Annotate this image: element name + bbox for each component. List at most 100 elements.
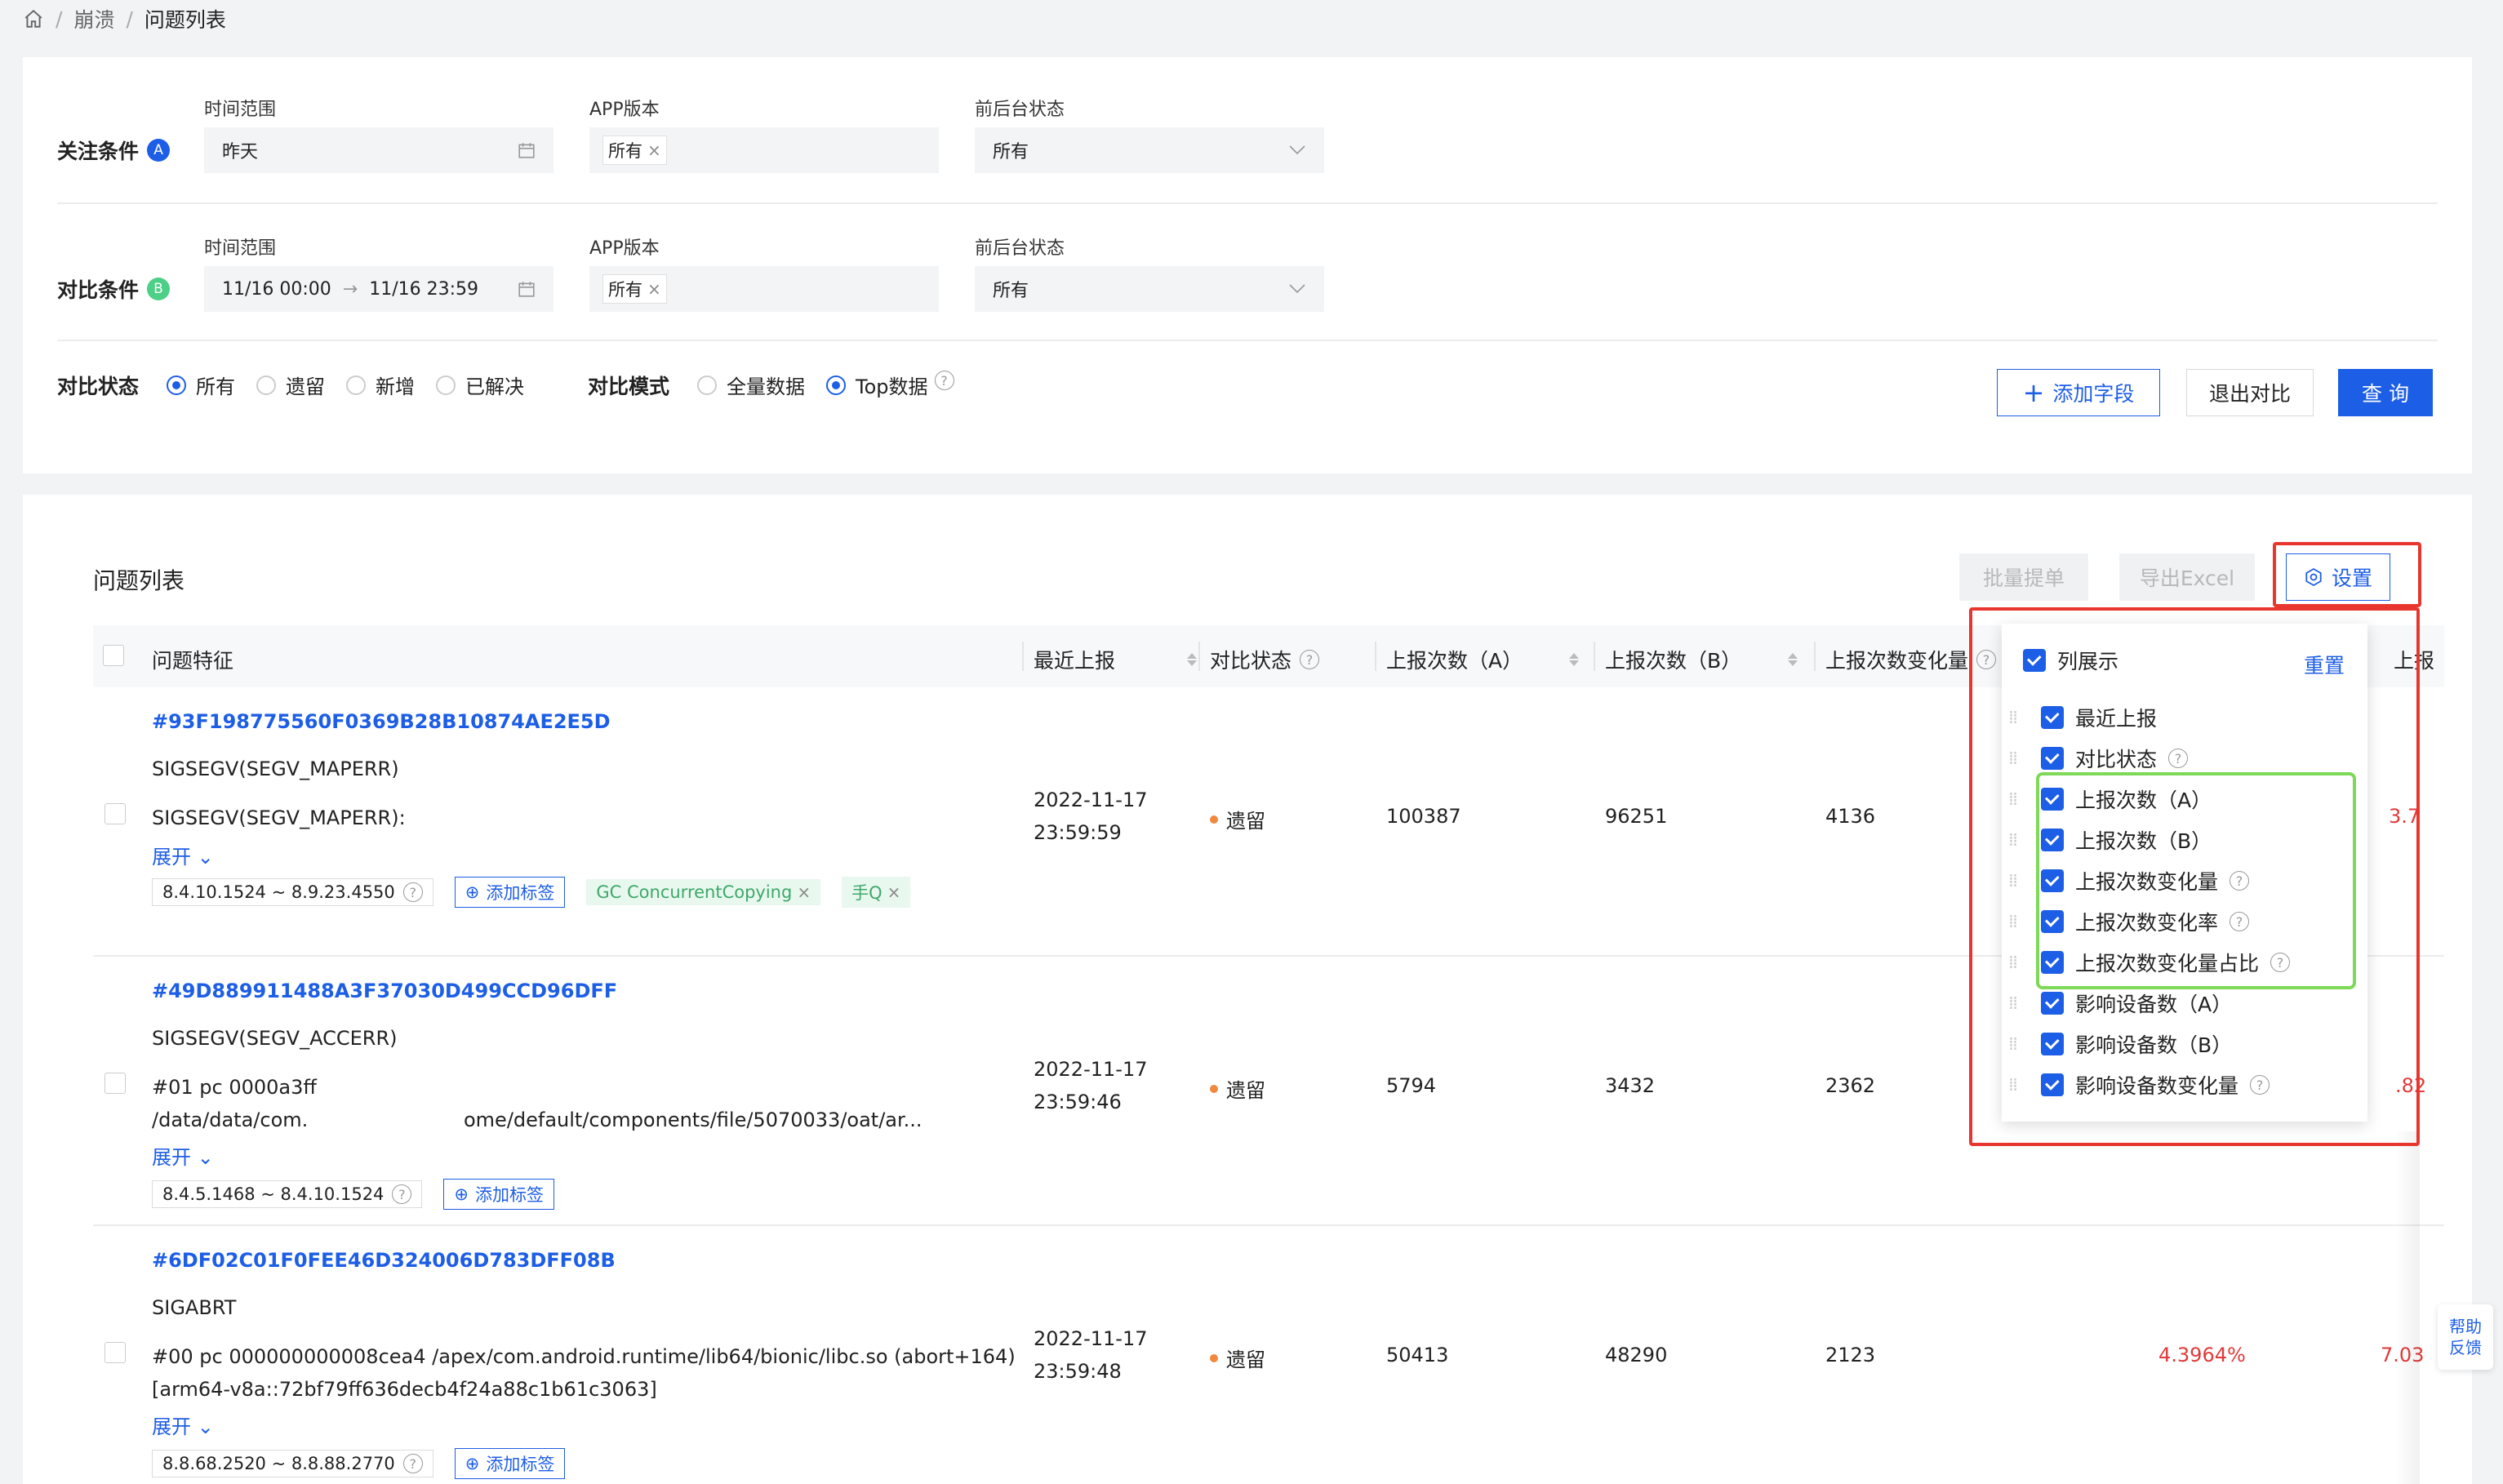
version-tag: 所有 × — [602, 274, 667, 304]
plus-icon: + — [2022, 377, 2045, 408]
time-start[interactable]: 11/16 00:00 — [222, 279, 331, 300]
close-icon[interactable]: × — [647, 140, 661, 160]
chevron-down-icon: ⌄ — [197, 1415, 214, 1438]
row-checkbox[interactable] — [104, 803, 126, 824]
radio-all[interactable]: 所有 — [167, 371, 235, 399]
compare-version-select[interactable]: 所有 × — [589, 266, 939, 312]
count-a: 50413 — [1386, 1344, 1449, 1366]
column-divider — [1022, 642, 1024, 671]
chevron-down-icon — [1289, 284, 1305, 294]
close-icon[interactable]: × — [647, 279, 661, 299]
count-b: 96251 — [1605, 805, 1668, 828]
last-report-time: 23:59:59 — [1034, 821, 1122, 844]
count-a: 5794 — [1386, 1074, 1437, 1097]
sort-icon[interactable] — [1788, 653, 1798, 666]
compare-status: 遗留 — [1210, 1074, 1265, 1103]
col-last-report[interactable]: 最近上报 — [1034, 645, 1197, 674]
divider — [57, 340, 2438, 341]
table-scroll-shadow — [2395, 1131, 2420, 1484]
close-icon[interactable]: × — [797, 882, 811, 902]
add-tag-button[interactable]: ⊕ 添加标签 — [454, 877, 566, 908]
highlight-box-settings — [2273, 542, 2421, 607]
expand-link[interactable]: 展开 ⌄ — [152, 1141, 214, 1170]
compare-mode-label: 对比模式 — [588, 375, 670, 398]
issue-id-link[interactable]: #49D889911488A3F37030D499CCD96DFF — [152, 980, 617, 1002]
radio-new[interactable]: 新增 — [346, 371, 415, 399]
batch-ticket-button[interactable]: 批量提单 — [1959, 553, 2088, 601]
add-tag-button[interactable]: ⊕ 添加标签 — [454, 1448, 566, 1479]
issue-detail-arch: [arm64-v8a::72bf79ff636decb4f24a88c1b61c… — [152, 1378, 657, 1401]
radio-top-data[interactable]: Top数据 — [826, 371, 928, 399]
col-issue-feature: 问题特征 — [152, 649, 234, 673]
row-tags: 8.4.10.1524 ~ 8.9.23.4550? ⊕ 添加标签 GC Conc… — [152, 877, 911, 908]
add-tag-button[interactable]: ⊕ 添加标签 — [443, 1179, 555, 1210]
export-excel-button[interactable]: 导出Excel — [2119, 553, 2255, 601]
change-rate: 4.3964% — [2158, 1344, 2246, 1366]
plus-circle-icon: ⊕ — [454, 1184, 469, 1204]
status-dot — [1210, 815, 1218, 824]
plus-circle-icon: ⊕ — [465, 882, 480, 902]
version-range: 8.8.68.2520 ~ 8.8.88.2770? — [152, 1450, 433, 1477]
breadcrumb-item-current: 问题列表 — [144, 8, 226, 32]
focus-time-picker[interactable]: 昨天 — [204, 127, 554, 173]
last-report-date: 2022-11-17 — [1034, 789, 1148, 811]
compare-state-select[interactable]: 所有 — [975, 266, 1324, 312]
column-divider — [1375, 642, 1376, 671]
home-icon[interactable] — [23, 8, 44, 29]
status-dot — [1210, 1353, 1218, 1362]
row-checkbox[interactable] — [104, 1073, 126, 1094]
breadcrumb-separator: / — [126, 7, 133, 31]
tag-chip: GC ConcurrentCopying × — [586, 879, 821, 905]
issue-id-link[interactable]: #93F198775560F0369B28B10874AE2E5D — [152, 710, 611, 733]
exit-compare-button[interactable]: 退出对比 — [2186, 369, 2314, 416]
issue-signal: SIGSEGV(SEGV_MAPERR) — [152, 758, 399, 780]
help-icon[interactable]: ? — [1300, 650, 1320, 669]
row-checkbox[interactable] — [104, 1342, 126, 1363]
compare-time-picker[interactable]: 11/16 00:00 → 11/16 23:59 — [204, 266, 554, 312]
select-all-checkbox[interactable] — [103, 645, 124, 666]
table-row: #6DF02C01F0FEE46D324006D783DFF08B SIGABR… — [93, 1226, 2444, 1484]
version-range: 8.4.10.1524 ~ 8.9.23.4550? — [152, 878, 433, 906]
radio-resolved[interactable]: 已解决 — [436, 371, 524, 399]
compare-status-radio-group: 所有 遗留 新增 已解决 — [167, 371, 545, 399]
column-divider — [1594, 642, 1595, 671]
radio-full-data[interactable]: 全量数据 — [697, 371, 805, 399]
sort-icon[interactable] — [1187, 653, 1197, 666]
col-count-b[interactable]: 上报次数（B） — [1605, 645, 1798, 674]
help-feedback-widget[interactable]: 帮助 反馈 — [2438, 1304, 2493, 1370]
last-report-date: 2022-11-17 — [1034, 1058, 1148, 1081]
row-tags: 8.8.68.2520 ~ 8.8.88.2770? ⊕ 添加标签 — [152, 1448, 566, 1479]
help-icon[interactable]: ? — [392, 1184, 412, 1204]
compare-status: 遗留 — [1210, 1344, 1265, 1372]
focus-state-select[interactable]: 所有 — [975, 127, 1324, 173]
help-icon[interactable]: ? — [402, 882, 423, 902]
col-count-a[interactable]: 上报次数（A） — [1386, 645, 1579, 674]
radio-remaining[interactable]: 遗留 — [256, 371, 325, 399]
expand-link[interactable]: 展开 ⌄ — [152, 1411, 214, 1439]
help-icon[interactable]: ? — [934, 371, 954, 390]
time-range-label: 时间范围 — [204, 100, 277, 120]
last-report-date: 2022-11-17 — [1034, 1327, 1148, 1350]
add-field-button[interactable]: + 添加字段 — [1997, 369, 2160, 416]
chevron-down-icon: ⌄ — [197, 1146, 214, 1169]
col-compare-status: 对比状态? — [1210, 645, 1320, 674]
count-b: 3432 — [1605, 1074, 1656, 1097]
expand-link[interactable]: 展开 ⌄ — [152, 841, 214, 869]
issue-id-link[interactable]: #6DF02C01F0FEE46D324006D783DFF08B — [152, 1249, 616, 1272]
divider — [57, 202, 2438, 204]
version-tag: 所有 × — [602, 136, 667, 165]
compare-mode-radio-group: 全量数据 Top数据 ? — [697, 371, 954, 399]
column-divider — [1198, 642, 1200, 671]
time-end[interactable]: 11/16 23:59 — [369, 279, 478, 300]
close-icon[interactable]: × — [887, 882, 901, 902]
issue-detail-path: /data/data/com. ome/default/components/f… — [152, 1109, 923, 1131]
breadcrumb-item-crash[interactable]: 崩溃 — [73, 4, 114, 33]
badge-a: A — [147, 139, 171, 162]
count-delta: 4136 — [1825, 805, 1876, 828]
focus-version-select[interactable]: 所有 × — [589, 127, 939, 173]
query-button[interactable]: 查 询 — [2338, 369, 2433, 416]
help-icon[interactable]: ? — [402, 1454, 423, 1473]
count-delta: 2362 — [1825, 1074, 1876, 1097]
filter-panel: 关注条件 A 时间范围 昨天 APP版本 所有 × 前后台状态 所有 对比条件 B… — [23, 57, 2472, 473]
sort-icon[interactable] — [1569, 653, 1579, 666]
